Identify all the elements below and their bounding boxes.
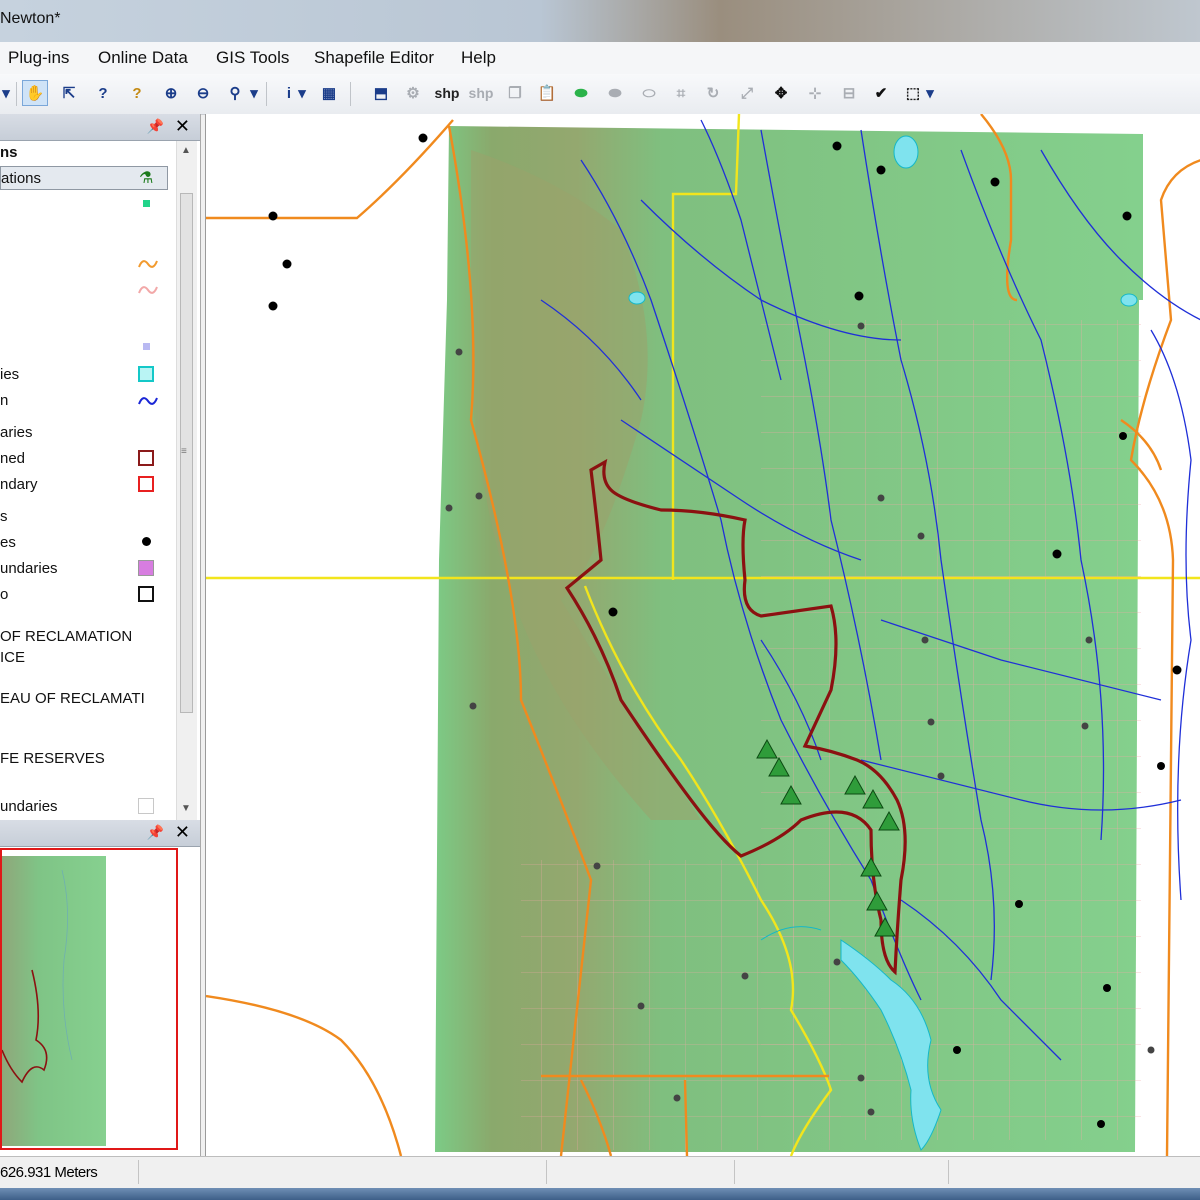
legend-fill-symbol-purple (138, 560, 154, 576)
remove-vertex-icon[interactable]: ⊟ (836, 80, 862, 106)
pan-hand-icon[interactable]: ✋ (22, 80, 48, 106)
scale-readout: 626.931 Meters (0, 1164, 98, 1181)
scrollbar-grip-icon: ≡ (181, 446, 187, 457)
legend-layer-label: undaries (0, 798, 58, 815)
status-divider (546, 1160, 547, 1184)
window-title: Newton* (0, 10, 61, 27)
taskbar (0, 1188, 1200, 1200)
toolbar-separator (350, 82, 351, 106)
menu-gis-tools[interactable]: GIS Tools (216, 48, 289, 68)
toolbar: ▾ ✋ ⇱ ? ? ⊕ ⊖ ⚲ ▾ i ▾ ▦ ⬒ ⚙ shp shp ❐ 📋 … (0, 74, 1200, 115)
legend-layer-label: o (0, 586, 9, 603)
select-box-icon[interactable]: ⬚ (900, 80, 926, 106)
legend-layer-label: aries (0, 424, 33, 441)
status-divider (948, 1160, 949, 1184)
menu-online-data[interactable]: Online Data (98, 48, 188, 68)
move-icon[interactable]: ✥ (768, 80, 794, 106)
union-icon[interactable]: ⬬ (602, 80, 628, 106)
scroll-up-icon[interactable]: ▲ (181, 145, 191, 156)
menu-shapefile-editor[interactable]: Shapefile Editor (314, 48, 434, 68)
query-help-icon[interactable]: ? (124, 80, 150, 106)
status-divider (734, 1160, 735, 1184)
legend-group-label: ns (0, 144, 18, 161)
legend-line-symbol-orange (138, 260, 158, 268)
move-vertex-icon[interactable]: ⌗ (668, 80, 694, 106)
identify-help-icon[interactable]: ? (90, 80, 116, 106)
rotate-icon[interactable]: ↻ (700, 80, 726, 106)
legend-layer-label: EAU OF RECLAMATI (0, 690, 145, 707)
legend-box-symbol-red (138, 476, 154, 492)
legend-layer-label: OF RECLAMATION (0, 628, 133, 645)
legend-layer-label: ICE (0, 649, 26, 666)
scroll-down-icon[interactable]: ▼ (181, 803, 191, 814)
legend-point-symbol-lavender (143, 343, 150, 350)
map-canvas (206, 114, 1200, 1156)
legend-layer-selected[interactable]: ations ⚗ (0, 166, 168, 190)
attribute-table-icon[interactable]: ▦ (316, 80, 342, 106)
legend-layer-label: ies (0, 366, 20, 383)
title-bar: Newton* (0, 0, 1200, 42)
dropdown-arrow-icon[interactable]: ▾ (0, 80, 12, 106)
legend-box-symbol-cyan (138, 366, 154, 382)
menu-help[interactable]: Help (461, 48, 496, 68)
zoom-out-icon[interactable]: ⊖ (190, 80, 216, 106)
close-icon[interactable]: ✕ (175, 822, 190, 843)
create-shape-icon[interactable]: ⚙ (400, 80, 426, 106)
paste-icon[interactable]: 📋 (534, 80, 560, 106)
toolbar-separator (16, 82, 17, 106)
legend-box-symbol-black (138, 586, 154, 602)
add-vertex-icon[interactable]: ⊹ (802, 80, 828, 106)
legend-layer-label: n (0, 392, 9, 409)
legend-line-symbol-pink (138, 286, 158, 294)
copy-icon[interactable]: ❐ (502, 80, 528, 106)
new-layer-icon[interactable]: ⬒ (368, 80, 394, 106)
overview-map (2, 850, 176, 1148)
overview-map-frame[interactable] (0, 848, 178, 1150)
legend-panel-header: 📌 ✕ (0, 114, 200, 141)
legend-layer-label: s (0, 508, 8, 525)
menu-bar: Plug-ins Online Data GIS Tools Shapefile… (0, 42, 1200, 75)
legend-layer-label: FE RESERVES (0, 750, 105, 767)
info-dropdown-icon[interactable]: ▾ (296, 80, 308, 106)
checkmark-icon[interactable]: ✔ (868, 80, 894, 106)
status-divider (138, 1160, 139, 1184)
menu-plugins[interactable]: Plug-ins (8, 48, 69, 68)
close-icon[interactable]: ✕ (175, 116, 190, 137)
zoom-in-icon[interactable]: ⊕ (158, 80, 184, 106)
zoom-menu-icon[interactable]: ⚲ (222, 80, 248, 106)
shapefile-icon[interactable]: shp (432, 80, 462, 106)
overview-panel: 📌 ✕ (0, 820, 201, 1156)
pin-icon[interactable]: 📌 (147, 118, 164, 135)
shapefile-disabled-icon[interactable]: shp (466, 80, 496, 106)
legend-line-symbol-blue (138, 397, 158, 405)
legend-dot-symbol (142, 537, 151, 546)
select-arrow-icon[interactable]: ⇱ (56, 80, 82, 106)
legend-box-symbol-gray (138, 798, 154, 814)
toolbar-separator (266, 82, 267, 106)
legend-box-symbol-darkred (138, 450, 154, 466)
intersect-icon[interactable]: ⬭ (636, 80, 662, 106)
pin-icon[interactable]: 📌 (147, 824, 164, 841)
overview-panel-header: 📌 ✕ (0, 820, 200, 847)
legend-layer-label: undaries (0, 560, 58, 577)
legend-layer-label: es (0, 534, 16, 551)
status-bar: 626.931 Meters (0, 1156, 1200, 1189)
merge-icon[interactable]: ⬬ (568, 80, 594, 106)
legend-point-symbol (143, 200, 150, 207)
flask-icon: ⚗ (139, 170, 154, 187)
legend-layer-label: ations (1, 170, 42, 187)
overview-terrain (2, 856, 106, 1146)
select-dropdown-icon[interactable]: ▾ (924, 80, 936, 106)
legend-layer-label: ned (0, 450, 26, 467)
legend-layer-label: ndary (0, 476, 38, 493)
zoom-dropdown-icon[interactable]: ▾ (248, 80, 260, 106)
legend-scrollbar[interactable]: ▲ ≡ ▼ (176, 141, 197, 821)
legend-panel: 📌 ✕ ns ations ⚗ ies n aries ned ndary s … (0, 114, 201, 821)
map-view[interactable] (205, 114, 1200, 1156)
resize-icon[interactable]: ⤢ (734, 80, 760, 106)
